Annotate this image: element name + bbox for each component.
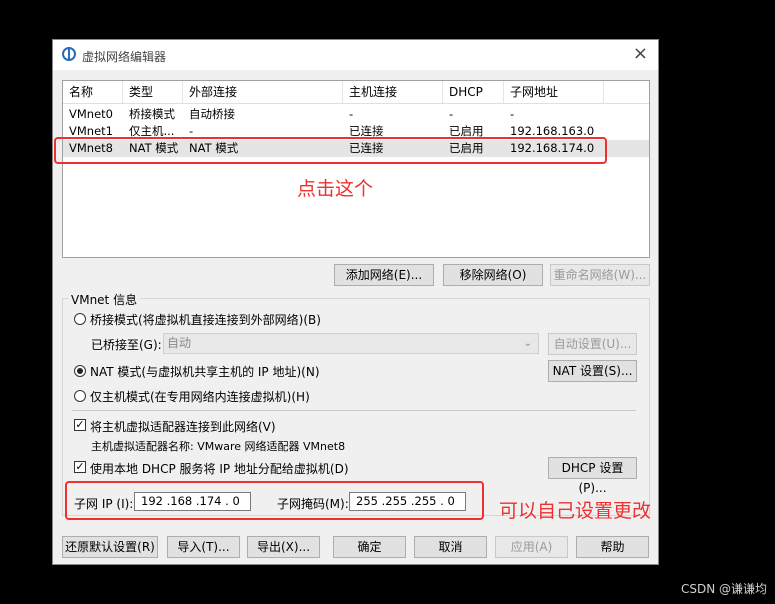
- rename-network-button[interactable]: 重命名网络(W)...: [550, 264, 650, 286]
- list-header: 名称 类型 外部连接 主机连接 DHCP 子网地址: [63, 81, 649, 104]
- import-button[interactable]: 导入(T)...: [167, 536, 240, 558]
- cancel-button[interactable]: 取消: [414, 536, 487, 558]
- highlight-box-vmnet8: [54, 137, 607, 164]
- help-button[interactable]: 帮助: [576, 536, 649, 558]
- connect-adapter-label[interactable]: 将主机虚拟适配器连接到此网络(V): [90, 418, 276, 435]
- network-list[interactable]: 名称 类型 外部连接 主机连接 DHCP 子网地址 VMnet0 桥接模式 自动…: [62, 80, 650, 258]
- column-header-dhcp[interactable]: DHCP: [443, 81, 504, 103]
- vmnet-info-title: VMnet 信息: [68, 291, 141, 308]
- highlight-box-subnet: [65, 481, 484, 520]
- column-header-external[interactable]: 外部连接: [183, 81, 343, 103]
- cell-host: -: [349, 107, 354, 121]
- cell-name: VMnet0: [69, 107, 113, 121]
- dhcp-settings-button[interactable]: DHCP 设置(P)...: [548, 457, 637, 495]
- nat-mode-label[interactable]: NAT 模式(与虚拟机共享主机的 IP 地址)(N): [90, 363, 320, 380]
- annotation-click-this: 点击这个: [297, 178, 374, 200]
- ok-button[interactable]: 确定: [333, 536, 406, 558]
- bridged-to-value: 自动: [167, 336, 192, 350]
- cell-external: 自动桥接: [189, 107, 235, 121]
- cell-subnet: -: [510, 107, 515, 121]
- adapter-name-text: 主机虚拟适配器名称: VMware 网络适配器 VMnet8: [91, 440, 346, 453]
- bridge-mode-label[interactable]: 桥接模式(将虚拟机直接连接到外部网络)(B): [90, 311, 321, 328]
- use-dhcp-checkbox[interactable]: ✓: [74, 461, 86, 473]
- connect-adapter-checkbox[interactable]: ✓: [74, 419, 86, 431]
- nat-settings-button[interactable]: NAT 设置(S)...: [548, 360, 637, 382]
- chevron-down-icon: ⌄: [523, 338, 532, 349]
- column-header-type[interactable]: 类型: [123, 81, 183, 103]
- auto-settings-button[interactable]: 自动设置(U)...: [548, 333, 637, 355]
- cell-dhcp: -: [449, 107, 454, 121]
- apply-button[interactable]: 应用(A): [495, 536, 568, 558]
- column-header-host[interactable]: 主机连接: [343, 81, 443, 103]
- separator: [72, 410, 636, 411]
- title-bar: 虚拟网络编辑器 ×: [53, 40, 658, 70]
- cell-type: 桥接模式: [129, 107, 175, 121]
- bridged-to-label: 已桥接至(G):: [91, 338, 162, 352]
- export-button[interactable]: 导出(X)...: [247, 536, 320, 558]
- window-title: 虚拟网络编辑器: [82, 50, 167, 64]
- host-only-radio[interactable]: [74, 390, 86, 402]
- column-header-name[interactable]: 名称: [63, 81, 123, 103]
- annotation-can-change: 可以自己设置更改: [499, 500, 652, 522]
- watermark: CSDN @谦谦均: [680, 582, 767, 596]
- host-only-label[interactable]: 仅主机模式(在专用网络内连接虚拟机)(H): [90, 388, 310, 405]
- network-globe-icon: [62, 47, 76, 61]
- restore-defaults-button[interactable]: 还原默认设置(R): [62, 536, 158, 558]
- table-row[interactable]: VMnet0 桥接模式 自动桥接 - - -: [63, 106, 649, 123]
- add-network-button[interactable]: 添加网络(E)...: [334, 264, 434, 286]
- remove-network-button[interactable]: 移除网络(O): [443, 264, 543, 286]
- close-icon[interactable]: ×: [633, 43, 648, 64]
- bridged-to-select[interactable]: 自动 ⌄: [163, 333, 539, 354]
- bridge-mode-radio[interactable]: [74, 313, 86, 325]
- column-header-subnet[interactable]: 子网地址: [504, 81, 604, 103]
- use-dhcp-label[interactable]: 使用本地 DHCP 服务将 IP 地址分配给虚拟机(D): [90, 460, 349, 477]
- nat-mode-radio[interactable]: [74, 365, 86, 377]
